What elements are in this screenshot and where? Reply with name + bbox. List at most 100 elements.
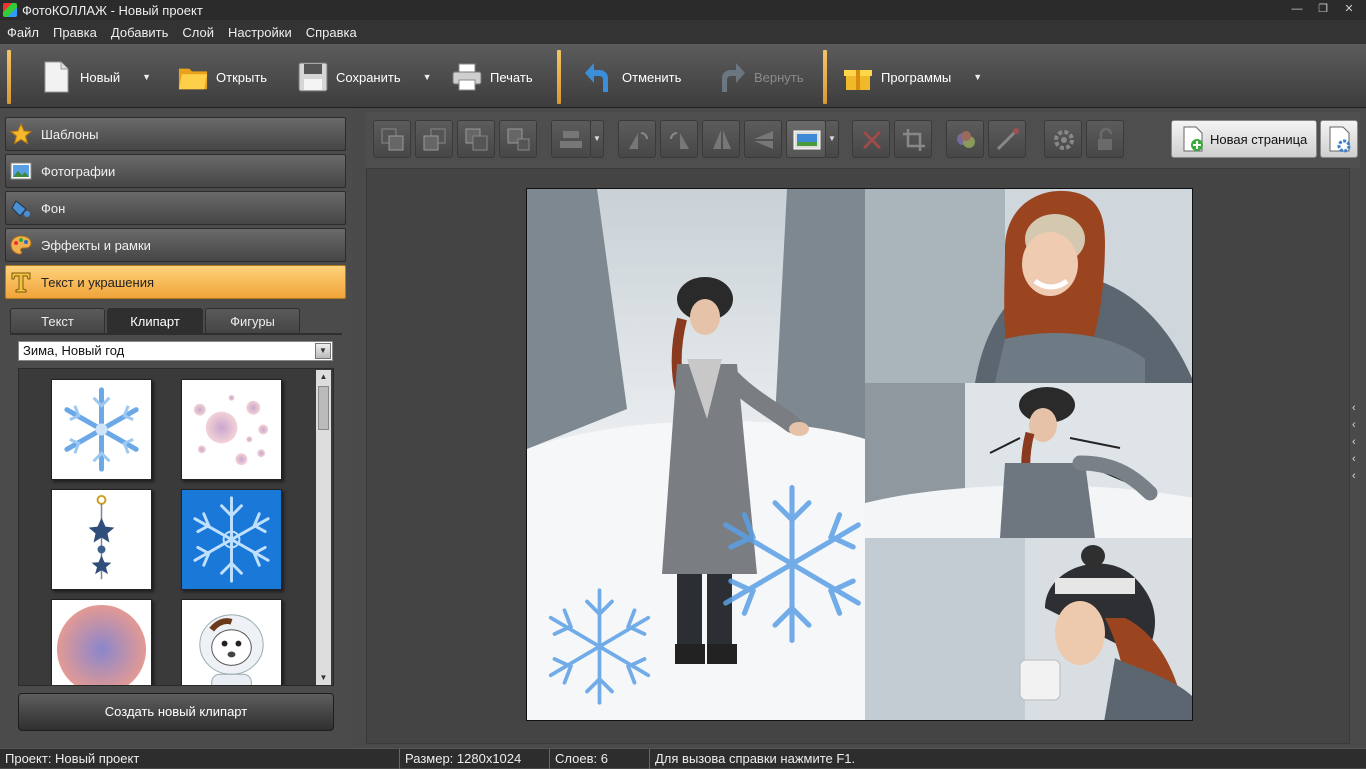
align-icon <box>560 131 582 148</box>
redo-button[interactable]: Вернуть <box>716 50 804 104</box>
chevron-left-icon[interactable]: ‹ <box>1352 419 1364 431</box>
fit-dropdown-icon[interactable]: ▼ <box>825 120 839 158</box>
section-effects-label: Эффекты и рамки <box>41 237 151 253</box>
clipart-item[interactable] <box>51 489 152 590</box>
fit-image-icon <box>793 130 821 150</box>
background-fit-button[interactable] <box>786 120 826 158</box>
new-button[interactable]: Новый ▼ <box>42 50 151 104</box>
winter-photo-bottom <box>865 538 1192 720</box>
new-page-label: Новая страница <box>1210 131 1308 147</box>
clipart-item[interactable] <box>51 379 152 480</box>
status-size: Размер: 1280x1024 <box>400 748 550 769</box>
snowflake-icon <box>64 387 139 472</box>
close-button[interactable]: ✕ <box>1338 2 1360 17</box>
section-photos-label: Фотографии <box>41 163 116 179</box>
scroll-up-icon[interactable]: ▲ <box>316 370 331 384</box>
category-select-value: Зима, Новый год <box>23 343 125 358</box>
programs-button[interactable]: Программы ▼ <box>843 50 982 104</box>
rotate-left-button[interactable] <box>618 120 656 158</box>
delete-button[interactable] <box>852 120 890 158</box>
lock-button[interactable] <box>1086 120 1124 158</box>
menu-settings[interactable]: Настройки <box>228 25 292 40</box>
section-text-decorations[interactable]: Текст и украшения <box>5 265 346 299</box>
collage-page[interactable] <box>526 188 1193 721</box>
section-background[interactable]: Фон <box>5 191 346 225</box>
save-button[interactable]: Сохранить ▼ <box>298 50 432 104</box>
section-photos[interactable]: Фотографии <box>5 154 346 188</box>
clipart-item[interactable] <box>181 379 282 480</box>
snowflake-decoration-large[interactable] <box>707 479 877 649</box>
menu-add[interactable]: Добавить <box>111 25 168 40</box>
chevron-left-icon[interactable]: ‹ <box>1352 470 1364 482</box>
tab-text[interactable]: Текст <box>10 308 105 334</box>
chevron-down-icon[interactable]: ▼ <box>315 343 331 359</box>
page-settings-icon <box>1329 126 1351 153</box>
page-settings-button[interactable] <box>1320 120 1358 158</box>
new-dropdown-icon[interactable]: ▼ <box>142 72 151 82</box>
content-tabs: Текст Клипарт Фигуры <box>10 308 342 334</box>
photo-icon <box>10 162 32 180</box>
flip-horizontal-button[interactable] <box>702 120 740 158</box>
align-dropdown-icon[interactable]: ▼ <box>590 120 604 158</box>
section-effects[interactable]: Эффекты и рамки <box>5 228 346 262</box>
category-select[interactable]: Зима, Новый год ▼ <box>18 341 333 361</box>
clipart-item[interactable] <box>51 599 152 685</box>
create-clipart-button[interactable]: Создать новый клипарт <box>18 693 334 731</box>
rotate-left-icon <box>629 132 648 149</box>
minimize-button[interactable]: — <box>1286 2 1308 17</box>
palette-icon <box>10 235 32 255</box>
blue-snowflake-icon <box>193 496 270 583</box>
send-backward-button[interactable] <box>457 120 495 158</box>
menu-file[interactable]: Файл <box>7 25 39 40</box>
layer-front-icon <box>381 128 404 151</box>
star-icon <box>10 123 32 145</box>
menu-bar: Файл Правка Добавить Слой Настройки Спра… <box>0 20 1366 44</box>
color-effects-button[interactable] <box>946 120 984 158</box>
layer-back-icon <box>507 128 530 151</box>
tab-shapes[interactable]: Фигуры <box>205 308 300 334</box>
align-button[interactable] <box>551 120 591 158</box>
left-panel: Шаблоны Фотографии Фон Эффекты и рамки Т… <box>0 110 352 746</box>
send-to-back-button[interactable] <box>499 120 537 158</box>
toolbar-separator <box>7 50 11 104</box>
undo-label: Отменить <box>622 69 682 85</box>
restore-button[interactable]: ❐ <box>1312 2 1334 17</box>
section-templates[interactable]: Шаблоны <box>5 117 346 151</box>
mask-button[interactable] <box>988 120 1026 158</box>
programs-dropdown-icon[interactable]: ▼ <box>973 72 982 82</box>
print-button[interactable]: Печать <box>452 50 533 104</box>
menu-help[interactable]: Справка <box>306 25 357 40</box>
clipart-item[interactable] <box>181 599 282 685</box>
bring-forward-button[interactable] <box>415 120 453 158</box>
bring-to-front-button[interactable] <box>373 120 411 158</box>
menu-layer[interactable]: Слой <box>182 25 214 40</box>
clipart-item[interactable] <box>181 489 282 590</box>
save-dropdown-icon[interactable]: ▼ <box>423 72 432 82</box>
rotate-right-button[interactable] <box>660 120 698 158</box>
chevron-left-icon[interactable]: ‹ <box>1352 436 1364 448</box>
photo-top-right[interactable] <box>865 189 1192 383</box>
color-balls-icon <box>957 131 975 148</box>
open-button[interactable]: Открыть <box>178 50 267 104</box>
tab-clipart[interactable]: Клипарт <box>107 308 203 334</box>
flip-vertical-button[interactable] <box>744 120 782 158</box>
clipart-scrollbar[interactable]: ▲ ▼ <box>316 370 331 685</box>
printer-icon <box>452 63 482 91</box>
snowflake-decoration-small[interactable] <box>537 584 662 709</box>
print-label: Печать <box>490 69 533 85</box>
photo-bottom-right[interactable] <box>865 538 1192 720</box>
status-layers: Слоев: 6 <box>550 748 650 769</box>
crop-button[interactable] <box>894 120 932 158</box>
gear-icon <box>1054 130 1074 150</box>
menu-edit[interactable]: Правка <box>53 25 97 40</box>
undo-button[interactable]: Отменить <box>584 50 681 104</box>
undo-arrow-icon <box>585 63 608 92</box>
chevron-left-icon[interactable]: ‹ <box>1352 453 1364 465</box>
scroll-down-icon[interactable]: ▼ <box>316 671 331 685</box>
winter-photo-middle <box>865 383 1192 538</box>
chevron-left-icon[interactable]: ‹ <box>1352 402 1364 414</box>
properties-button[interactable] <box>1044 120 1082 158</box>
photo-middle-right[interactable] <box>865 383 1192 538</box>
scrollbar-thumb[interactable] <box>318 386 329 430</box>
new-page-button[interactable]: Новая страница <box>1171 120 1317 158</box>
